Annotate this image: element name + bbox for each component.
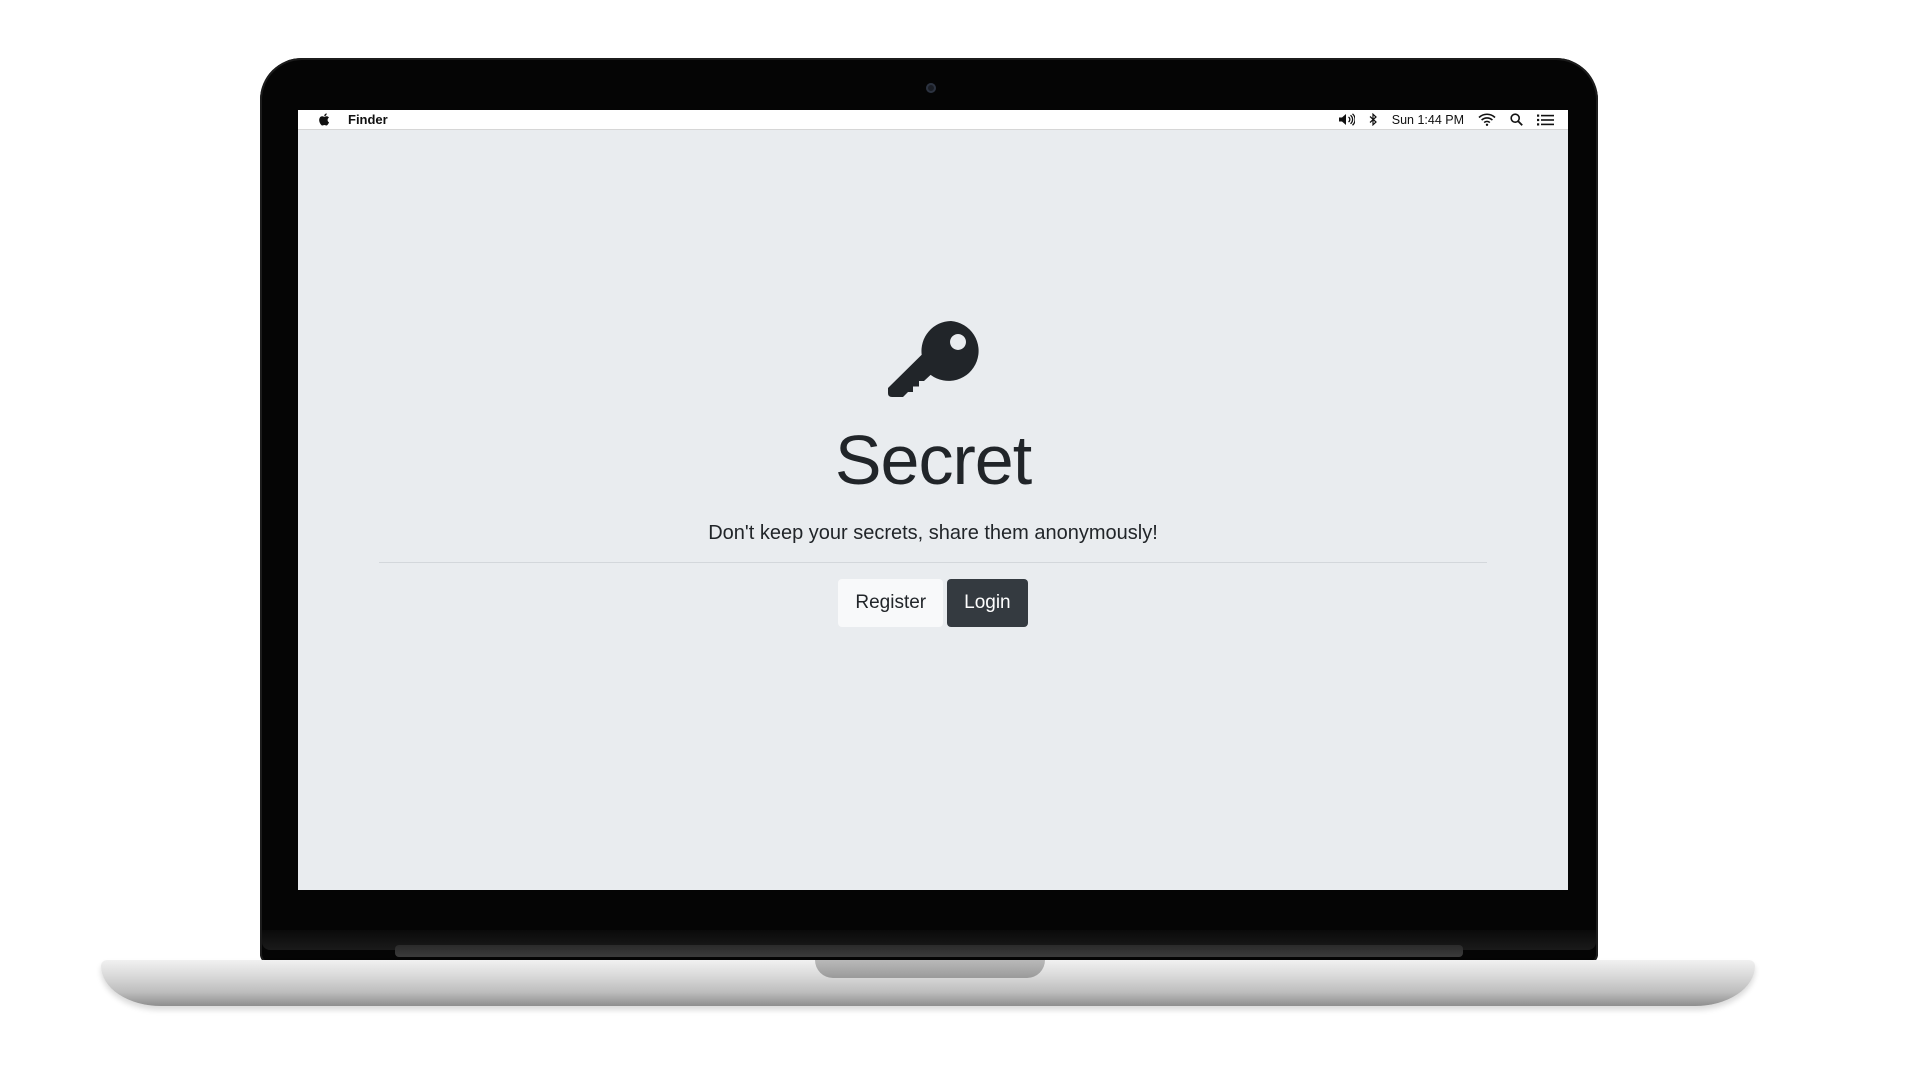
jumbotron: Secret Don't keep your secrets, share th…: [298, 130, 1568, 890]
register-button[interactable]: Register: [838, 579, 944, 627]
screen: Finder Sun 1:44 PM Secret Don't keep you…: [298, 110, 1568, 890]
list-icon[interactable]: [1537, 114, 1554, 126]
active-app-name[interactable]: Finder: [348, 112, 388, 127]
tagline: Don't keep your secrets, share them anon…: [708, 522, 1158, 544]
wifi-icon[interactable]: [1478, 113, 1496, 126]
base-notch: [815, 960, 1045, 978]
apple-icon[interactable]: [316, 112, 330, 128]
laptop-mockup: Finder Sun 1:44 PM Secret Don't keep you…: [0, 0, 1920, 1080]
page-title: Secret: [834, 421, 1032, 499]
login-button[interactable]: Login: [947, 579, 1028, 627]
menu-clock[interactable]: Sun 1:44 PM: [1392, 113, 1464, 127]
bluetooth-icon[interactable]: [1369, 113, 1378, 126]
key-icon: [888, 321, 979, 397]
auth-buttons: Register Login: [838, 579, 1028, 627]
volume-icon[interactable]: [1338, 113, 1355, 126]
menu-bar: Finder Sun 1:44 PM: [298, 110, 1568, 130]
hinge: [395, 945, 1463, 957]
status-area: Sun 1:44 PM: [1338, 113, 1554, 127]
camera: [926, 83, 936, 93]
divider: [379, 562, 1487, 563]
search-icon[interactable]: [1510, 113, 1523, 126]
